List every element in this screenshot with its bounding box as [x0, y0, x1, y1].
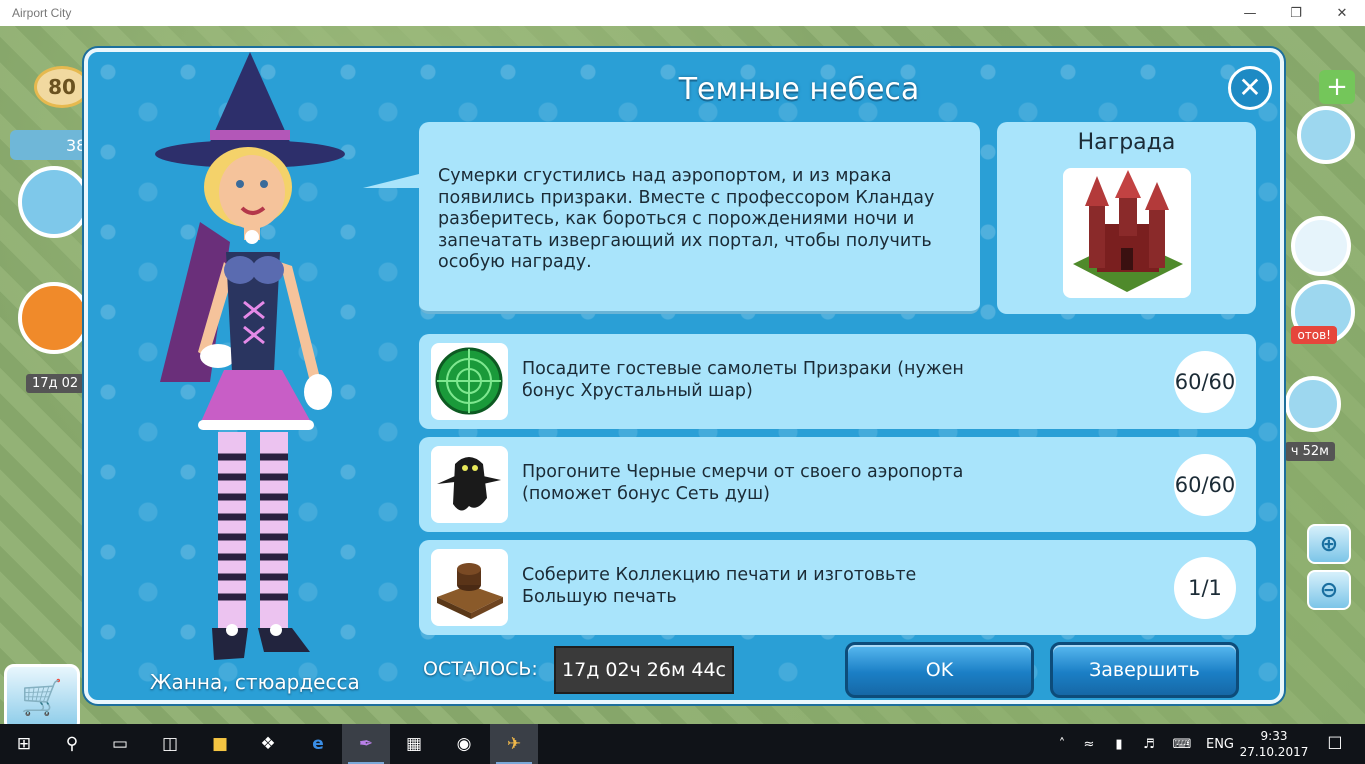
remaining-label: ОСТАЛОСЬ:: [423, 658, 538, 680]
app-button[interactable]: ❖: [244, 724, 292, 764]
windows-taskbar: ⊞ ⚲ ▭ ◫ ■ ❖ e ✒ ▦ ◉ ✈ ˄ ≈ ▮ ♬ ⌨ ENG 9:33…: [0, 724, 1365, 764]
task-progress: 60/60: [1174, 454, 1236, 516]
ok-button[interactable]: OK: [845, 642, 1034, 698]
radar-icon: [435, 347, 503, 415]
battery-icon[interactable]: ▮: [1104, 737, 1134, 752]
radar-hud-icon[interactable]: [1297, 106, 1355, 164]
app-icon: ❖: [260, 734, 276, 754]
volume-icon[interactable]: ♬: [1134, 737, 1164, 752]
countdown-timer: 17д 02ч 26м 44с: [554, 646, 734, 694]
calculator-button[interactable]: ▦: [390, 724, 438, 764]
search-icon: ⚲: [65, 734, 79, 754]
store-button[interactable]: ◫: [146, 724, 194, 764]
chevron-up-icon[interactable]: ˄: [1050, 737, 1074, 752]
clock[interactable]: 9:33 27.10.2017: [1239, 728, 1309, 760]
pumpkin-event-icon[interactable]: [18, 282, 90, 354]
close-icon: ✕: [1238, 71, 1262, 104]
folder-icon: ■: [211, 734, 229, 754]
task-icon-box: [431, 549, 508, 626]
store-icon: ◫: [161, 734, 179, 754]
task-row: Прогоните Черные смерчи от своего аэропо…: [419, 437, 1256, 532]
system-tray: ˄ ≈ ▮ ♬ ⌨ ENG: [1050, 724, 1240, 764]
window-title: Airport City: [12, 6, 72, 20]
reward-panel: Награда: [997, 122, 1256, 314]
shop-cart-button[interactable]: 🛒: [4, 664, 80, 732]
zoom-out-button[interactable]: ⊖: [1307, 570, 1351, 610]
speed-gauge-icon[interactable]: [1285, 376, 1341, 432]
clock-time: 9:33: [1260, 729, 1288, 743]
level-value: 80: [48, 75, 76, 99]
event-dialog: Темные небеса ✕ Жанна, стюардесса Сумерк…: [84, 48, 1284, 704]
airport-city-taskbar-button[interactable]: ✈: [490, 724, 538, 764]
window-controls: — ❐ ✕: [1227, 0, 1365, 26]
task-text: Прогоните Черные смерчи от своего аэропо…: [522, 462, 964, 504]
zoom-in-button[interactable]: ⊕: [1307, 524, 1351, 564]
control-tower-icon[interactable]: [1291, 216, 1351, 276]
windows-logo-icon: ⊞: [16, 734, 32, 754]
clock-date: 27.10.2017: [1239, 745, 1309, 759]
ghost-icon: [437, 457, 501, 511]
reward-title: Награда: [1077, 130, 1176, 155]
castle-reward-image[interactable]: [1063, 168, 1191, 298]
notification-icon: ☐: [1327, 734, 1343, 754]
wifi-icon[interactable]: ≈: [1074, 737, 1104, 752]
start-button[interactable]: ⊞: [0, 724, 48, 764]
task-row: Соберите Коллекцию печати и изготовьте Б…: [419, 540, 1256, 635]
plane-icon: ✈: [506, 734, 522, 754]
book-button[interactable]: [18, 166, 90, 238]
restore-button[interactable]: ❐: [1273, 0, 1319, 26]
minimize-button[interactable]: —: [1227, 0, 1273, 26]
people-counter[interactable]: 38: [10, 130, 90, 160]
edge-browser-button[interactable]: e: [294, 724, 342, 764]
close-window-button[interactable]: ✕: [1319, 0, 1365, 26]
language-indicator[interactable]: ENG: [1200, 737, 1240, 752]
add-currency-button[interactable]: +: [1319, 70, 1355, 104]
camera-icon: ◉: [456, 734, 472, 754]
task-text: Посадите гостевые самолеты Призраки (нуж…: [522, 359, 964, 401]
speech-bubble: Сумерки сгустились над аэропортом, и из …: [363, 122, 980, 314]
castle-icon: [1073, 170, 1183, 292]
feather-icon: ✒: [358, 734, 374, 754]
task-text: Соберите Коллекцию печати и изготовьте Б…: [522, 565, 917, 607]
character-name: Жанна, стюардесса: [150, 670, 360, 694]
task-row: Посадите гостевые самолеты Призраки (нуж…: [419, 334, 1256, 429]
camera-button[interactable]: ◉: [440, 724, 488, 764]
level-badge[interactable]: 80: [34, 66, 90, 108]
event-timer: 17д 02: [26, 374, 85, 393]
seal-icon: [437, 563, 503, 619]
witch-character-illustration: [155, 52, 345, 660]
feather-app-button[interactable]: ✒: [342, 724, 390, 764]
speech-text: Сумерки сгустились над аэропортом, и из …: [438, 166, 935, 272]
task-view-button[interactable]: ▭: [96, 724, 144, 764]
task-icon-box: [431, 446, 508, 523]
cart-icon: 🛒: [20, 678, 64, 718]
edge-icon: e: [312, 734, 324, 754]
right-timer: ч 52м: [1284, 442, 1335, 461]
task-view-icon: ▭: [111, 734, 129, 754]
close-dialog-button[interactable]: ✕: [1228, 66, 1272, 110]
calculator-icon: ▦: [405, 734, 423, 754]
task-icon-box: [431, 343, 508, 420]
notifications-button[interactable]: ☐: [1311, 724, 1359, 764]
keyboard-icon[interactable]: ⌨: [1164, 737, 1200, 752]
file-explorer-button[interactable]: ■: [196, 724, 244, 764]
ready-badge: отов!: [1291, 326, 1337, 344]
finish-button[interactable]: Завершить: [1050, 642, 1239, 698]
task-progress: 60/60: [1174, 351, 1236, 413]
search-button[interactable]: ⚲: [48, 724, 96, 764]
window-title-bar: Airport City — ❐ ✕: [0, 0, 1365, 26]
task-progress: 1/1: [1174, 557, 1236, 619]
